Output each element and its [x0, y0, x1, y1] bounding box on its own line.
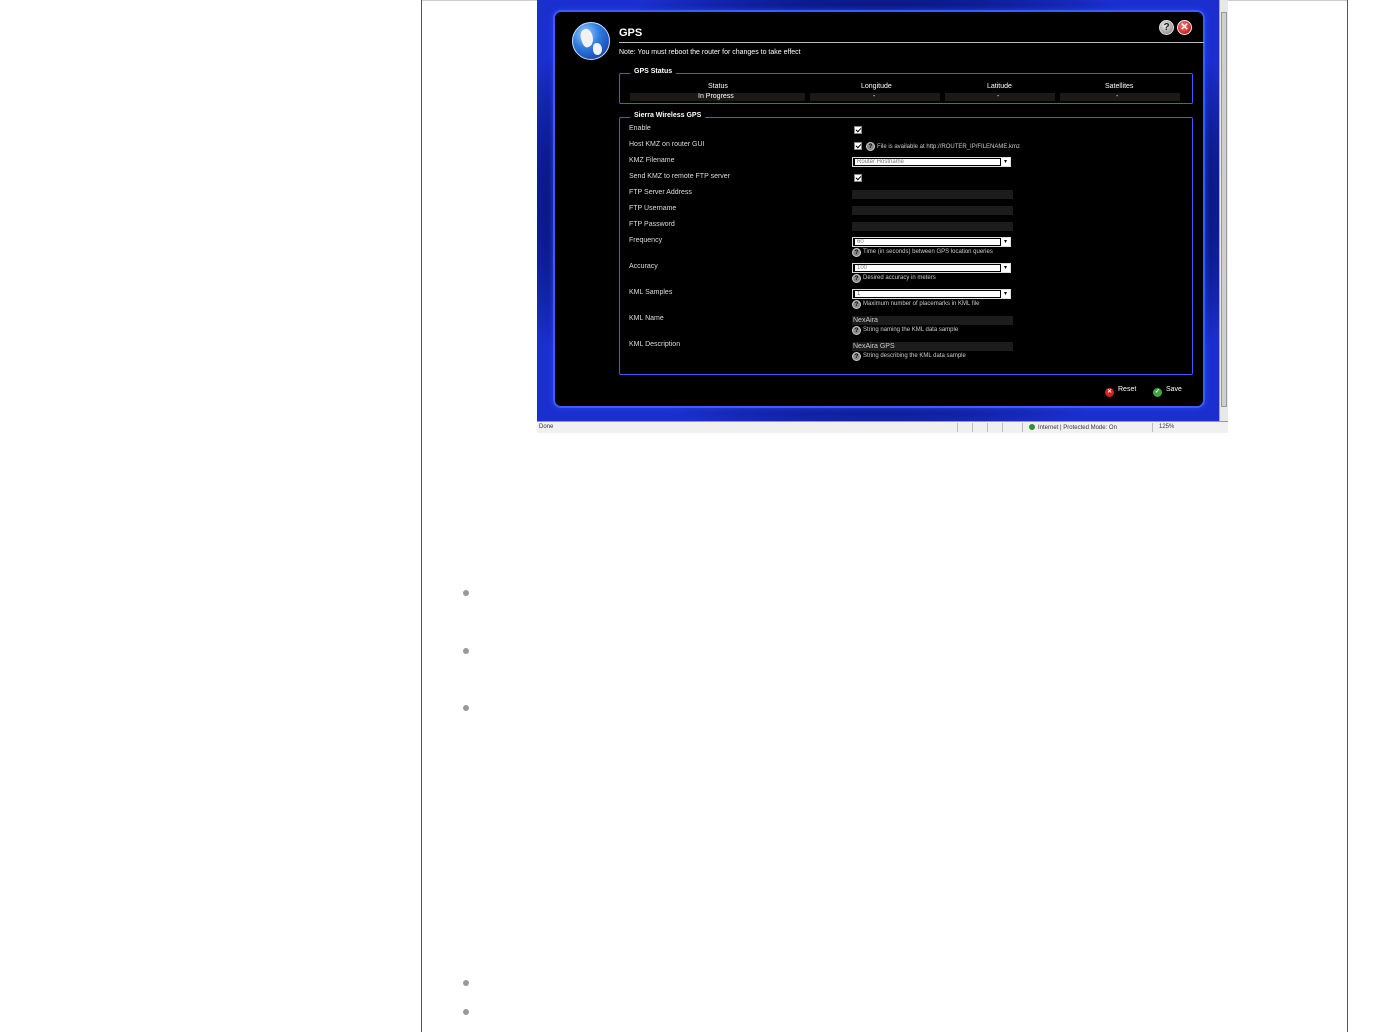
globe-icon: [572, 22, 610, 60]
help-icon[interactable]: ?: [852, 326, 861, 335]
kml-samples-hint: Maximum number of placemarks in KML file: [863, 301, 980, 307]
security-zone[interactable]: Internet | Protected Mode: On: [1029, 424, 1117, 431]
help-icon[interactable]: ?: [866, 142, 875, 151]
close-icon[interactable]: ✕: [1177, 20, 1192, 35]
satellites-value: -: [1116, 93, 1119, 100]
kmz-filename-select[interactable]: Router Hostname ▾: [852, 157, 1011, 167]
label-kml-name: KML Name: [629, 315, 664, 322]
chevron-down-icon: ▾: [1001, 238, 1010, 246]
internet-zone-icon: [1029, 424, 1035, 430]
chevron-down-icon: ▾: [1001, 158, 1010, 166]
ftp-username-input[interactable]: [852, 206, 1013, 215]
router-screenshot: GPS Note: You must reboot the router for…: [537, 0, 1228, 433]
help-icon[interactable]: ?: [852, 274, 861, 283]
sierra-gps-legend: Sierra Wireless GPS: [630, 112, 706, 119]
list-item: [463, 705, 469, 711]
kml-name-input[interactable]: NexAira: [852, 316, 1013, 325]
label-accuracy: Accuracy: [629, 263, 658, 270]
help-icon[interactable]: ?: [852, 248, 861, 257]
gps-status-panel: GPS Status Status Longitude Latitude Sat…: [619, 68, 1193, 104]
kml-samples-value: 1: [855, 291, 1000, 297]
dialog-title: GPS: [619, 27, 643, 39]
vertical-scrollbar[interactable]: [1219, 0, 1228, 421]
list-item: [463, 980, 469, 986]
send-kmz-checkbox[interactable]: [854, 174, 862, 182]
label-send-kmz: Send KMZ to remote FTP server: [629, 173, 731, 180]
kml-description-input[interactable]: NexAira GPS: [852, 342, 1013, 351]
frequency-hint: Time (in seconds) between GPS location q…: [863, 249, 993, 255]
host-kmz-hint: File is available at http://ROUTER_IP/FI…: [877, 144, 1021, 150]
list-item: [463, 590, 469, 596]
help-icon[interactable]: ?: [852, 352, 861, 361]
label-enable: Enable: [629, 125, 651, 132]
list-item: [463, 1009, 469, 1015]
frequency-value: 60: [855, 239, 1000, 245]
col-satellites: Satellites: [1105, 83, 1134, 90]
reset-button[interactable]: ✕ Reset: [1105, 386, 1136, 397]
kml-name-hint: String naming the KML data sample: [863, 327, 959, 333]
enable-checkbox[interactable]: [854, 126, 862, 134]
title-divider: [619, 42, 1204, 43]
reboot-note: Note: You must reboot the router for cha…: [619, 49, 801, 56]
label-kml-description: KML Description: [629, 341, 681, 348]
gps-status-legend: GPS Status: [630, 68, 677, 75]
save-label: Save: [1166, 386, 1182, 393]
label-ftp-password: FTP Password: [629, 221, 675, 228]
frequency-select[interactable]: 60 ▾: [852, 237, 1011, 247]
latitude-value: -: [997, 93, 1000, 100]
help-icon[interactable]: ?: [1159, 20, 1174, 35]
save-button[interactable]: ✓ Save: [1153, 386, 1182, 397]
status-done: Done: [539, 424, 554, 430]
label-kml-samples: KML Samples: [629, 289, 673, 296]
col-longitude: Longitude: [861, 83, 892, 90]
chevron-down-icon: ▾: [1001, 290, 1010, 298]
reset-icon: ✕: [1105, 388, 1114, 397]
accuracy-hint: Desired accuracy in meters: [863, 275, 936, 281]
label-ftp-server: FTP Server Address: [629, 189, 692, 196]
ftp-password-input[interactable]: [852, 222, 1013, 231]
label-host-kmz: Host KMZ on router GUI: [629, 141, 705, 148]
longitude-value: -: [873, 93, 876, 100]
label-ftp-username: FTP Username: [629, 205, 677, 212]
label-frequency: Frequency: [629, 237, 663, 244]
browser-status-bar: Done Internet | Protected Mode: On 125%: [537, 421, 1228, 433]
col-status: Status: [708, 83, 728, 90]
reset-label: Reset: [1118, 386, 1137, 393]
save-icon: ✓: [1153, 388, 1162, 397]
accuracy-select[interactable]: 100 ▾: [852, 263, 1011, 273]
ftp-server-input[interactable]: [852, 190, 1013, 199]
host-kmz-checkbox[interactable]: [854, 142, 862, 150]
list-item: [463, 648, 469, 654]
label-kmz-filename: KMZ Filename: [629, 157, 675, 164]
kml-description-hint: String describing the KML data sample: [863, 353, 966, 359]
help-icon[interactable]: ?: [852, 300, 861, 309]
zoom-level[interactable]: 125%: [1159, 424, 1174, 430]
kml-samples-select[interactable]: 1 ▾: [852, 289, 1011, 299]
accuracy-value: 100: [855, 265, 1000, 271]
col-latitude: Latitude: [987, 83, 1012, 90]
chevron-down-icon: ▾: [1001, 264, 1010, 272]
kmz-filename-value: Router Hostname: [855, 159, 1000, 165]
scrollbar-thumb[interactable]: [1221, 12, 1227, 407]
status-value: In Progress: [698, 93, 734, 100]
